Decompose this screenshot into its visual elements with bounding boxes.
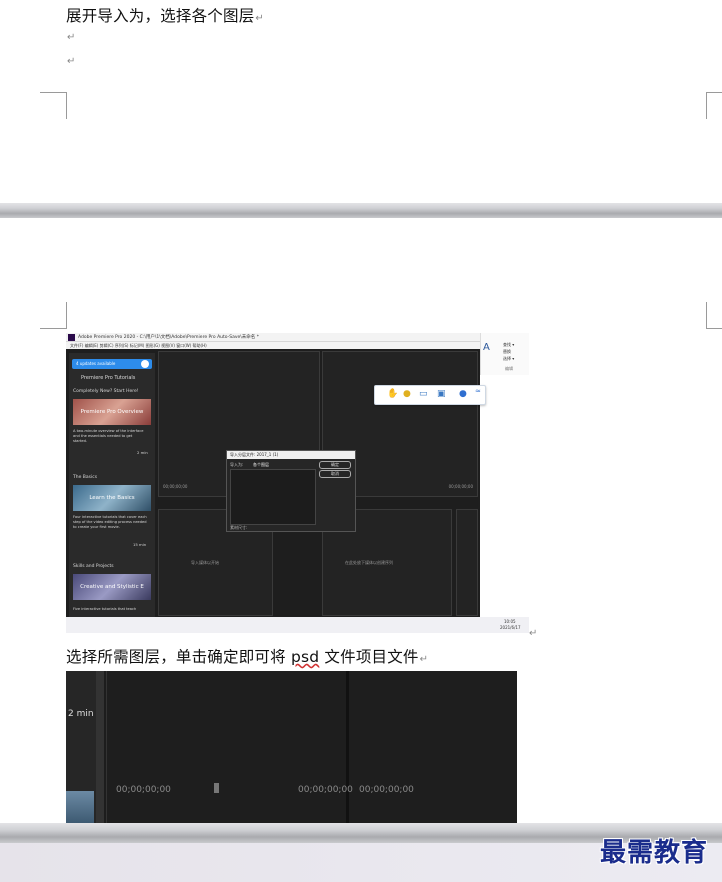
collapse-icon[interactable]: ≈: [475, 387, 481, 395]
footage-size-label: 素材尺寸:: [230, 525, 248, 530]
comment-icon[interactable]: ●: [403, 389, 411, 399]
import-as-label: 导入为:: [230, 462, 244, 467]
timecode: 00;00;00;00: [116, 785, 171, 795]
updates-badge: 4 updates available: [72, 359, 152, 369]
paragraph-mark: ↵: [529, 628, 538, 639]
section-heading: The Basics: [73, 475, 98, 480]
page-gap: [0, 203, 722, 218]
taskbar: 10:05 2021/6/17: [66, 617, 529, 633]
project-hint: 导入媒体以开始: [191, 560, 219, 565]
instruction-line-1: 展开导入为，选择各个图层↵: [66, 7, 264, 25]
floating-toolbar: ✋ ● ▭ ▣ ● ≈: [374, 385, 486, 405]
tutorial-desc: Four interactive tutorials that cover ea…: [73, 515, 147, 529]
tutorials-title: Premiere Pro Tutorials: [81, 375, 136, 381]
learn-panel: 4 updates available Premiere Pro Tutoria…: [69, 353, 155, 617]
psd-text: psd: [290, 648, 320, 666]
tutorial-card-creative: Creative and Stylistic E: [73, 574, 151, 600]
premiere-screenshot: Adobe Premiere Pro 2020 - C:\用户\1\文档\Ado…: [66, 333, 529, 633]
document-page-1: 展开导入为，选择各个图层↵ ↵ ↵: [0, 0, 722, 203]
paragraph-mark: ↵: [419, 654, 429, 665]
learn-panel-strip: 2 min: [66, 671, 96, 823]
premiere-screenshot-2: 2 min 00;00;00;00 00;00;00;00 00;00;00;0…: [66, 671, 517, 823]
taskbar-time: 10:05: [504, 619, 516, 624]
timecode: 00;00;00;00: [298, 785, 353, 795]
tutorial-duration: 15 min: [133, 542, 147, 547]
scrollbar[interactable]: [96, 671, 104, 823]
tutorial-desc: Five interactive tutorials that teach: [73, 607, 137, 611]
export-icon[interactable]: ▭: [419, 389, 428, 399]
section-heading: Skills and Projects: [73, 564, 114, 569]
taskbar-date: 2021/6/17: [500, 625, 521, 630]
ribbon-replace[interactable]: 替换: [503, 349, 511, 355]
tutorial-desc: A two-minute overview of the interface a…: [73, 429, 144, 443]
window-title-bar: Adobe Premiere Pro 2020 - C:\用户\1\文档\Ado…: [66, 333, 480, 342]
section-heading: Completely New? Start Here!: [73, 389, 139, 394]
dialog-title: 导入分层文件: 2017_1 (1): [227, 451, 355, 459]
import-layered-file-dialog: 导入分层文件: 2017_1 (1) 导入为: 各个图层 确定 取消 素材尺寸:: [226, 450, 356, 532]
program-monitor: [349, 671, 517, 823]
zoom-icon[interactable]: ▣: [437, 389, 446, 399]
source-timecode: 00;00;00;00: [163, 484, 188, 489]
menu-bar: 文件(F) 编辑(E) 剪辑(C) 序列(S) 标记(M) 图形(G) 视图(V…: [66, 342, 480, 349]
audio-meter: [456, 509, 478, 616]
layer-list[interactable]: [230, 469, 316, 525]
crop-mark-top-left: [40, 302, 67, 329]
app-logo-icon: [68, 334, 75, 341]
program-timecode: 00;00;00;00: [448, 484, 473, 489]
tutorial-thumbnail: [66, 791, 94, 823]
crop-mark-top-left: [40, 92, 67, 119]
crop-mark-top-right: [706, 92, 722, 119]
cancel-button[interactable]: 取消: [319, 470, 351, 478]
instruction-line-2: 选择所需图层，单击确定即可将 psd 文件项目文件↵: [66, 648, 429, 666]
paragraph-mark: ↵: [67, 32, 76, 43]
watermark-logo: 最需教育: [600, 838, 709, 868]
tutorial-duration: 2 min: [68, 709, 94, 719]
drag-icon: [214, 783, 219, 793]
tutorial-card-basics: Learn the Basics: [73, 485, 151, 511]
tutorial-duration: 2 min: [137, 450, 148, 455]
styles-icon: A: [483, 342, 490, 353]
crop-mark-top-right: [706, 302, 722, 329]
tutorial-card-overview: Premiere Pro Overview: [73, 399, 151, 425]
source-monitor: [106, 671, 347, 823]
hand-icon[interactable]: ✋: [387, 389, 398, 399]
import-as-select[interactable]: 各个图层: [253, 462, 269, 468]
paragraph-mark: ↵: [67, 56, 76, 67]
help-icon[interactable]: ●: [459, 389, 467, 399]
ribbon-find[interactable]: 查找 ▾: [503, 342, 514, 348]
ribbon-edit-group: A 查找 ▾ 替换 选择 ▾ 编辑: [480, 333, 529, 375]
timecode: 00;00;00;00: [359, 785, 414, 795]
close-icon: [141, 360, 149, 368]
ribbon-group-label: 编辑: [505, 366, 513, 371]
ok-button[interactable]: 确定: [319, 461, 351, 469]
timeline-hint: 在此处放下媒体以创建序列: [345, 560, 393, 565]
paragraph-mark: ↵: [255, 13, 264, 24]
ribbon-select[interactable]: 选择 ▾: [503, 356, 514, 362]
